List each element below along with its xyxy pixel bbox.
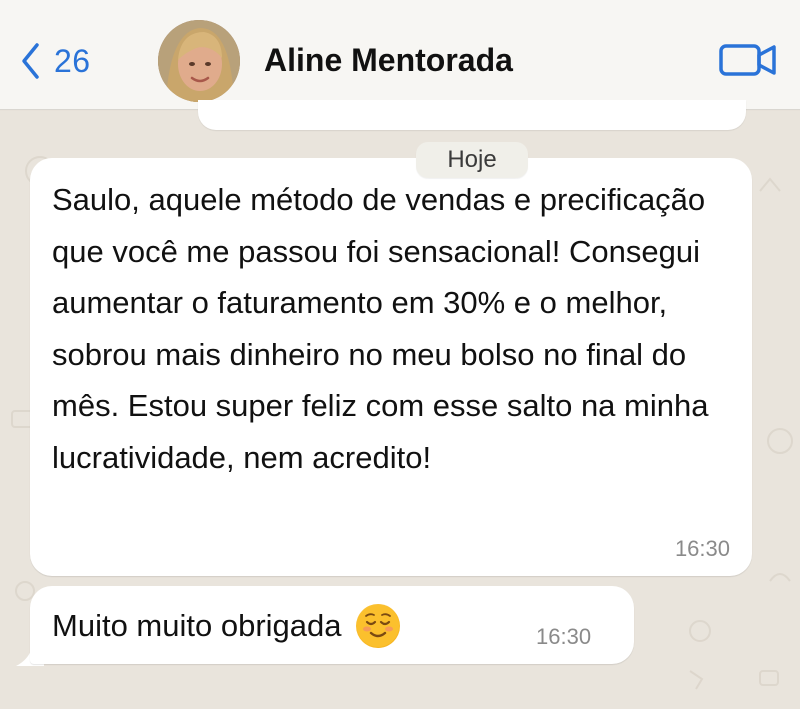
video-call-button[interactable]: [718, 40, 778, 80]
avatar-image: [158, 20, 240, 102]
relieved-smiling-face-emoji-icon: [355, 604, 400, 648]
contact-name[interactable]: Aline Mentorada: [264, 42, 513, 79]
date-separator: Hoje: [416, 142, 528, 178]
avatar[interactable]: [158, 20, 240, 102]
chevron-left-icon: [22, 43, 39, 79]
message-time: 16:30: [674, 536, 730, 561]
message-text: Muito muito obrigada: [52, 608, 342, 643]
unread-count: 26: [54, 42, 91, 79]
message-content: Muito muito obrigada: [52, 604, 400, 648]
previous-message-bubble: [198, 100, 746, 130]
message-time: 16:30: [536, 624, 592, 649]
chat-header: 26 Aline Mentorada: [0, 0, 800, 110]
back-button[interactable]: 26: [20, 38, 91, 84]
video-camera-icon: [719, 44, 776, 76]
message-text: Saulo, aquele método de vendas e precifi…: [52, 182, 709, 475]
message-bubble[interactable]: Saulo, aquele método de vendas e precifi…: [30, 158, 752, 576]
message-bubble[interactable]: Muito muito obrigada 16:30: [30, 586, 634, 664]
